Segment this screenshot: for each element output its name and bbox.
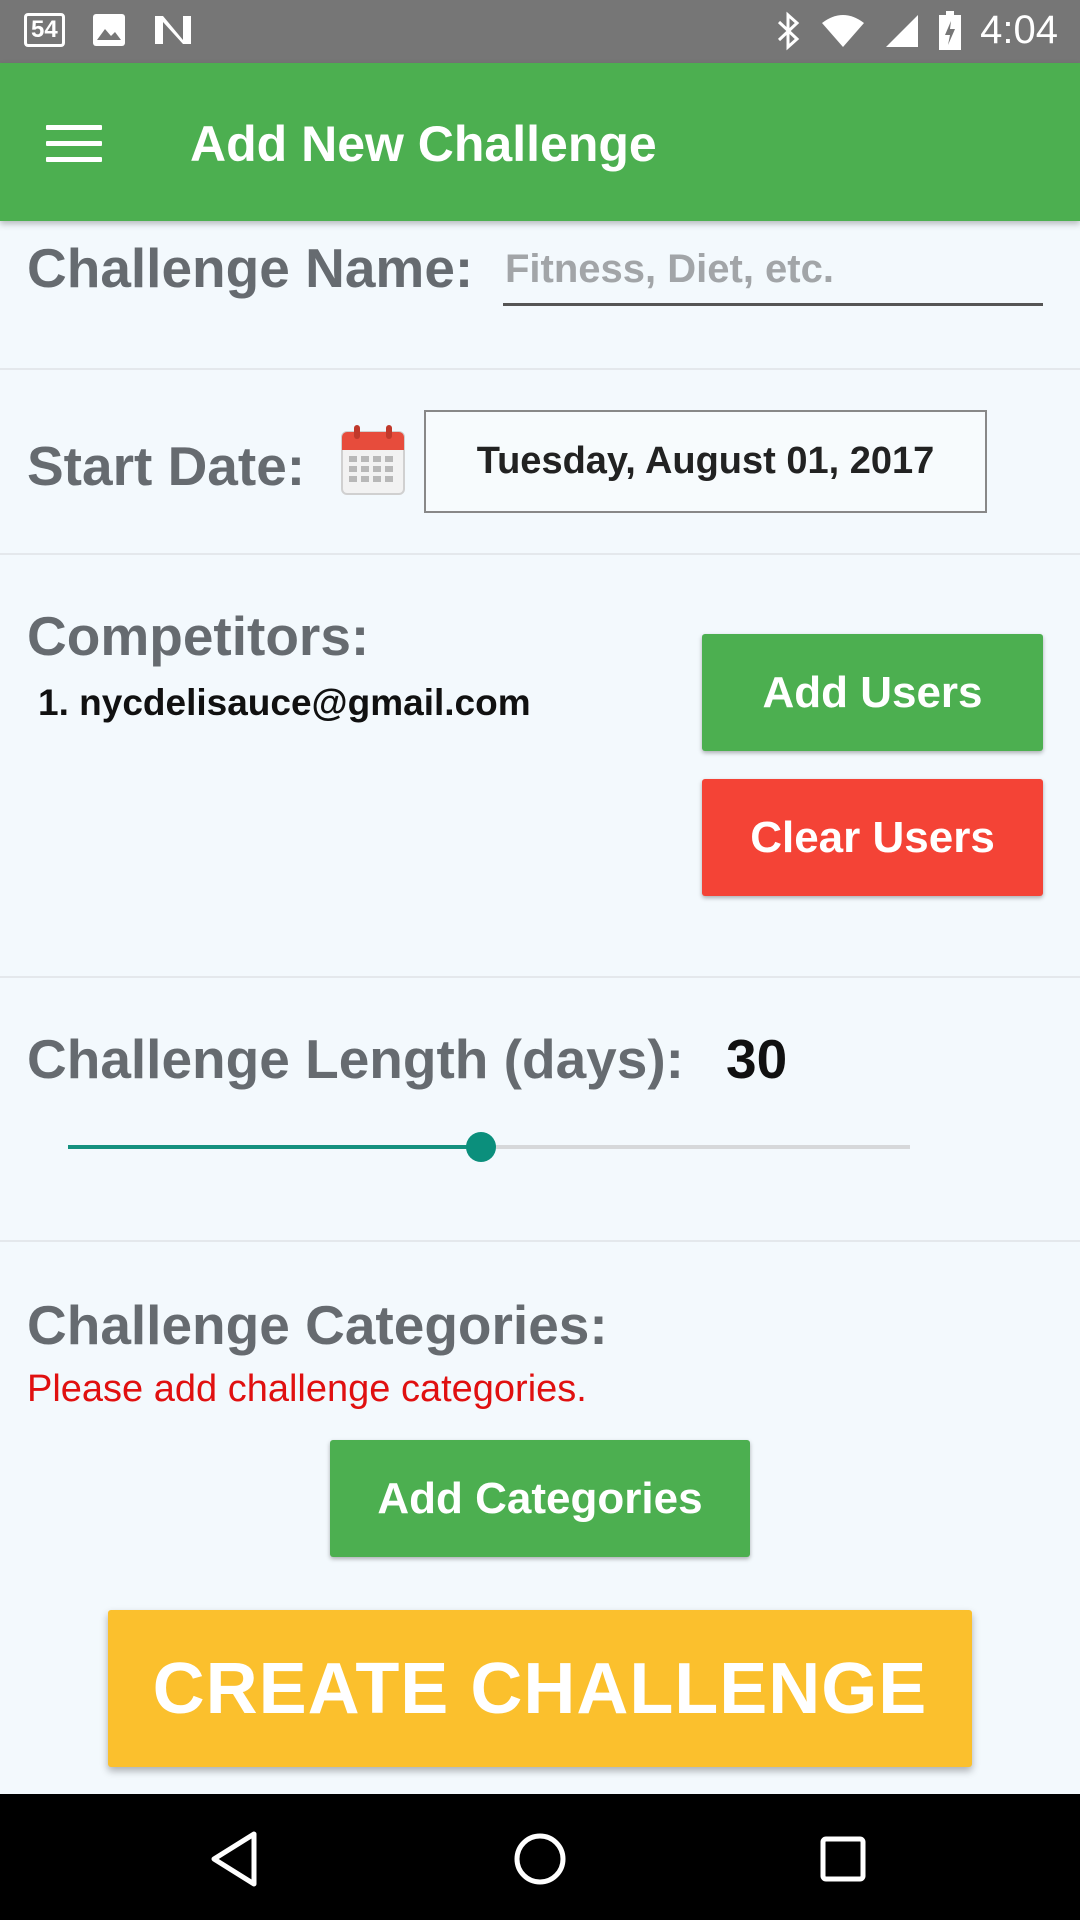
categories-warning: Please add challenge categories. [27,1368,587,1410]
cell-signal-icon [886,14,919,47]
status-bar: 54 4:04 [0,0,1080,63]
slider-thumb[interactable] [465,1132,496,1162]
menu-icon[interactable] [46,125,102,162]
competitors-label: Competitors: [27,605,370,667]
image-icon [92,14,125,46]
divider [0,368,1080,370]
add-users-button[interactable]: Add Users [702,634,1043,751]
battery-icon [939,10,962,50]
clear-users-button[interactable]: Clear Users [702,779,1043,896]
n-logo-icon [154,16,191,44]
clock: 4:04 [980,8,1058,52]
create-challenge-button[interactable]: CREATE CHALLENGE [108,1610,972,1767]
app-bar: Add New Challenge [0,63,1080,221]
challenge-name-label: Challenge Name: [27,237,474,299]
add-categories-button[interactable]: Add Categories [330,1440,750,1557]
back-icon[interactable] [200,1824,270,1894]
status-bar-right: 4:04 [776,8,1058,53]
challenge-length-label: Challenge Length (days): [27,1028,684,1090]
notification-count-icon: 54 [24,13,65,47]
competitor-item: 1. nycdelisauce@gmail.com [38,682,531,723]
divider [0,976,1080,978]
start-date-field[interactable]: Tuesday, August 01, 2017 [424,410,987,513]
home-icon[interactable] [505,1824,575,1894]
navigation-bar [0,1794,1080,1920]
divider [0,1240,1080,1242]
wifi-icon [822,14,865,47]
challenge-length-value: 30 [726,1028,788,1090]
challenge-name-input[interactable] [503,236,1043,306]
start-date-label: Start Date: [27,435,306,497]
challenge-length-slider[interactable] [68,1130,910,1164]
recents-icon[interactable] [808,1824,878,1894]
status-bar-left: 54 [24,12,193,48]
slider-fill [68,1145,481,1149]
divider [0,553,1080,555]
calendar-icon[interactable] [340,424,406,496]
challenge-categories-label: Challenge Categories: [27,1294,608,1356]
bluetooth-icon [778,11,800,50]
page-title: Add New Challenge [190,116,657,172]
